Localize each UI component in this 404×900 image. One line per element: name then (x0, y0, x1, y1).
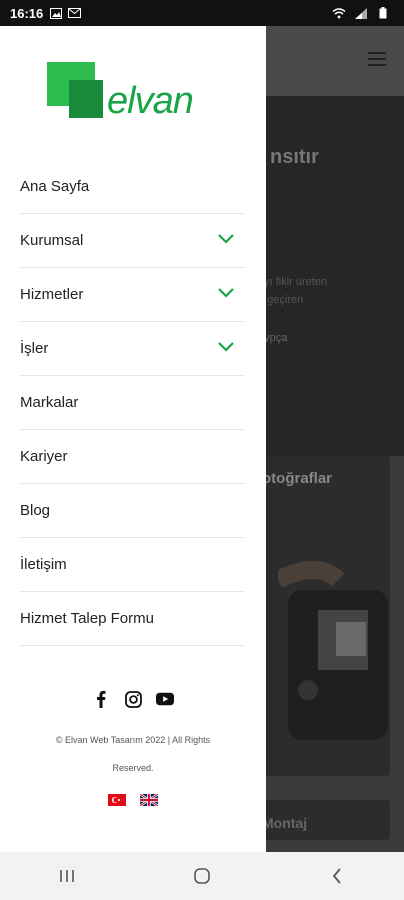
menu-item-label: Markalar (20, 394, 79, 411)
copyright-text: © Elvan Web Tasarım 2022 | All Rights Re… (30, 726, 236, 782)
home-icon[interactable] (182, 861, 222, 891)
menu-item-label: İletişim (20, 556, 67, 573)
instagram-icon[interactable] (124, 690, 142, 708)
menu-item-label: Hizmet Talep Formu (20, 610, 154, 627)
menu-item-isler[interactable]: İşler (20, 322, 245, 376)
menu-item-label: Hizmetler (20, 286, 84, 303)
social-links (0, 690, 266, 708)
status-time: 16:16 (10, 5, 44, 21)
menu-item-label: Ana Sayfa (20, 178, 90, 195)
menu-item-blog[interactable]: Blog (20, 484, 245, 538)
background-hero-title: nsıtır (270, 146, 319, 168)
menu-item-iletisim[interactable]: İletişim (20, 538, 245, 592)
camera-image (278, 561, 388, 740)
recents-icon[interactable] (47, 861, 87, 891)
youtube-icon[interactable] (156, 690, 174, 708)
menu-item-kurumsal[interactable]: Kurumsal (20, 214, 245, 268)
background-hero-subtitle: ayı fikir üreten (258, 276, 328, 288)
chevron-down-icon[interactable] (217, 340, 235, 354)
menu-item-hizmet-talep-formu[interactable]: Hizmet Talep Formu (20, 592, 245, 646)
hamburger-menu-icon[interactable] (368, 52, 386, 66)
signal-icon (354, 7, 368, 19)
menu-item-label: Blog (20, 502, 51, 519)
drawer-menu: Ana Sayfa Kurumsal Hizmetler İşler Marka… (20, 160, 245, 646)
menu-item-label: İşler (20, 340, 49, 357)
logo-text: elvan (107, 80, 194, 122)
chevron-down-icon[interactable] (217, 232, 235, 246)
status-bar: 16:16 (0, 0, 404, 26)
uk-flag-icon[interactable] (140, 794, 158, 806)
wifi-icon (332, 7, 346, 19)
menu-item-label: Kurumsal (20, 232, 84, 249)
battery-icon (376, 7, 390, 19)
background-card-title: otoğraflar (262, 470, 333, 487)
menu-item-label: Kariyer (20, 448, 68, 465)
menu-item-kariyer[interactable]: Kariyer (20, 430, 245, 484)
menu-item-markalar[interactable]: Markalar (20, 376, 245, 430)
language-switcher (0, 794, 266, 806)
navigation-drawer: elvan Ana Sayfa Kurumsal Hizmetler İşler… (0, 26, 266, 852)
facebook-icon[interactable] (92, 690, 110, 708)
copyright-line-2: Reserved. (112, 763, 154, 773)
background-card-2-title: Montaj (262, 815, 308, 831)
image-icon (49, 7, 63, 19)
system-nav-bar (0, 852, 404, 900)
chevron-down-icon[interactable] (217, 286, 235, 300)
menu-item-hizmetler[interactable]: Hizmetler (20, 268, 245, 322)
turkey-flag-icon[interactable] (108, 794, 126, 806)
back-icon[interactable] (317, 861, 357, 891)
copyright-line-1: © Elvan Web Tasarım 2022 | All Rights (55, 735, 211, 745)
menu-item-ana-sayfa[interactable]: Ana Sayfa (20, 160, 245, 214)
mail-icon (67, 7, 81, 19)
